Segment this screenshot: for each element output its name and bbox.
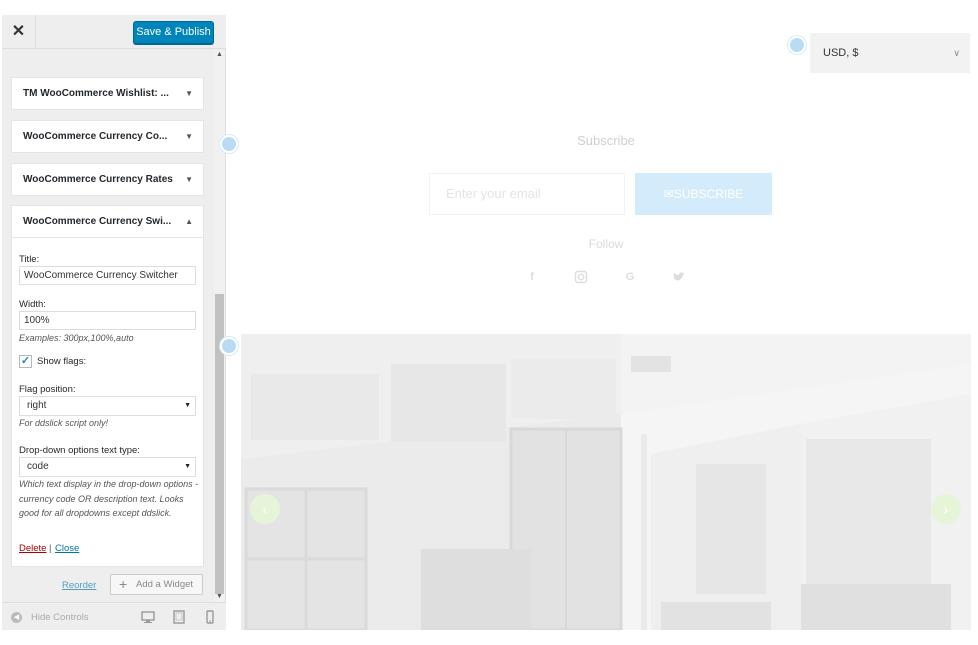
hide-controls-button[interactable]: Hide Controls (31, 612, 89, 623)
widget-title: TM WooCommerce Wishlist: ... (23, 88, 169, 99)
width-label: Width: (19, 299, 46, 310)
instagram-icon[interactable] (573, 269, 589, 285)
site-preview: USD, $ ∨ Subscribe Enter your email ✉SUB… (220, 0, 978, 630)
desktop-preview-icon[interactable] (141, 610, 155, 624)
save-publish-button[interactable]: Save & Publish (133, 21, 214, 44)
widget-currency-rates[interactable]: WooCommerce Currency Rates ▼ (11, 163, 204, 196)
subscribe-heading: Subscribe (577, 133, 635, 148)
tablet-preview-icon[interactable] (172, 610, 186, 624)
google-icon[interactable]: G (622, 269, 638, 285)
scroll-up-arrow-icon[interactable]: ▲ (215, 51, 224, 59)
show-flags-checkbox[interactable]: ✓ (19, 355, 32, 368)
dropdown-text-label: Drop-down options text type: (19, 445, 140, 456)
sidebar-footer: ◀ Hide Controls (2, 602, 226, 630)
slider-next-arrow-icon[interactable]: › (931, 494, 961, 524)
subscribe-label: SUBSCRIBE (673, 187, 744, 201)
width-input[interactable]: 100% (19, 311, 196, 330)
reorder-link[interactable]: Reorder (62, 580, 96, 591)
slider-prev-arrow-icon[interactable]: ‹ (250, 494, 280, 524)
mail-icon: ✉ (663, 187, 674, 201)
flag-position-value: right (27, 400, 47, 411)
close-customizer-button[interactable]: ✕ (2, 15, 36, 49)
expand-arrow-icon[interactable]: ▼ (185, 121, 193, 152)
currency-switcher-select[interactable]: USD, $ ∨ (810, 33, 970, 73)
widget-title: WooCommerce Currency Rates (23, 174, 173, 185)
link-separator: | (49, 543, 52, 554)
mobile-preview-icon[interactable] (203, 610, 217, 624)
dropdown-text-select[interactable]: code ▼ (19, 457, 196, 477)
width-hint: Examples: 300px,100%,auto (19, 333, 134, 343)
flag-position-hint: For ddslick script only! (19, 418, 109, 428)
flag-position-label: Flag position: (19, 384, 76, 395)
email-input[interactable]: Enter your email (429, 173, 625, 215)
collapse-arrow-icon[interactable]: ◀ (11, 612, 22, 623)
scroll-down-arrow-icon[interactable]: ▼ (215, 593, 224, 601)
expand-arrow-icon[interactable]: ▼ (185, 78, 193, 109)
flag-position-select[interactable]: right ▼ (19, 396, 196, 416)
plus-icon: + (119, 576, 128, 592)
widget-currency-converter[interactable]: WooCommerce Currency Co... ▼ (11, 120, 204, 153)
dropdown-arrow-icon: ▼ (184, 402, 191, 409)
collapse-arrow-icon[interactable]: ▲ (185, 206, 193, 237)
customizer-sidebar: ✕ Save & Publish TM WooCommerce Wishlist… (2, 15, 226, 630)
facebook-icon[interactable]: f (524, 269, 540, 285)
edit-shortcut-icon[interactable] (220, 337, 238, 355)
title-input[interactable]: WooCommerce Currency Switcher (19, 266, 196, 285)
delete-widget-link[interactable]: Delete (19, 543, 46, 554)
follow-heading: Follow (588, 237, 624, 251)
currency-value: USD, $ (823, 47, 859, 59)
widget-title: WooCommerce Currency Swi... (23, 216, 172, 227)
subscribe-button[interactable]: ✉SUBSCRIBE (635, 173, 772, 215)
sidebar-header: ✕ Save & Publish (2, 15, 226, 49)
show-flags-label: Show flags: (37, 356, 87, 367)
dropdown-text-value: code (27, 461, 49, 472)
widget-wishlist[interactable]: TM WooCommerce Wishlist: ... ▼ (11, 77, 204, 110)
widget-currency-switcher: WooCommerce Currency Swi... ▲ Title: Woo… (11, 205, 204, 567)
dropdown-text-hint: Which text display in the drop-down opti… (19, 479, 199, 518)
add-widget-button[interactable]: + Add a Widget (110, 574, 203, 595)
add-widget-label: Add a Widget (136, 579, 194, 590)
twitter-icon[interactable] (671, 269, 687, 285)
close-widget-link[interactable]: Close (55, 543, 79, 554)
chevron-down-icon: ∨ (953, 48, 960, 58)
title-label: Title: (19, 254, 40, 265)
expand-arrow-icon[interactable]: ▼ (185, 164, 193, 195)
widget-header[interactable]: WooCommerce Currency Swi... ▲ (12, 206, 203, 238)
widget-panel: TM WooCommerce Wishlist: ... ▼ WooCommer… (2, 50, 226, 602)
hero-slider-image (241, 334, 971, 630)
dropdown-arrow-icon: ▼ (184, 463, 191, 470)
edit-shortcut-icon[interactable] (788, 36, 806, 54)
widget-title: WooCommerce Currency Co... (23, 131, 168, 142)
